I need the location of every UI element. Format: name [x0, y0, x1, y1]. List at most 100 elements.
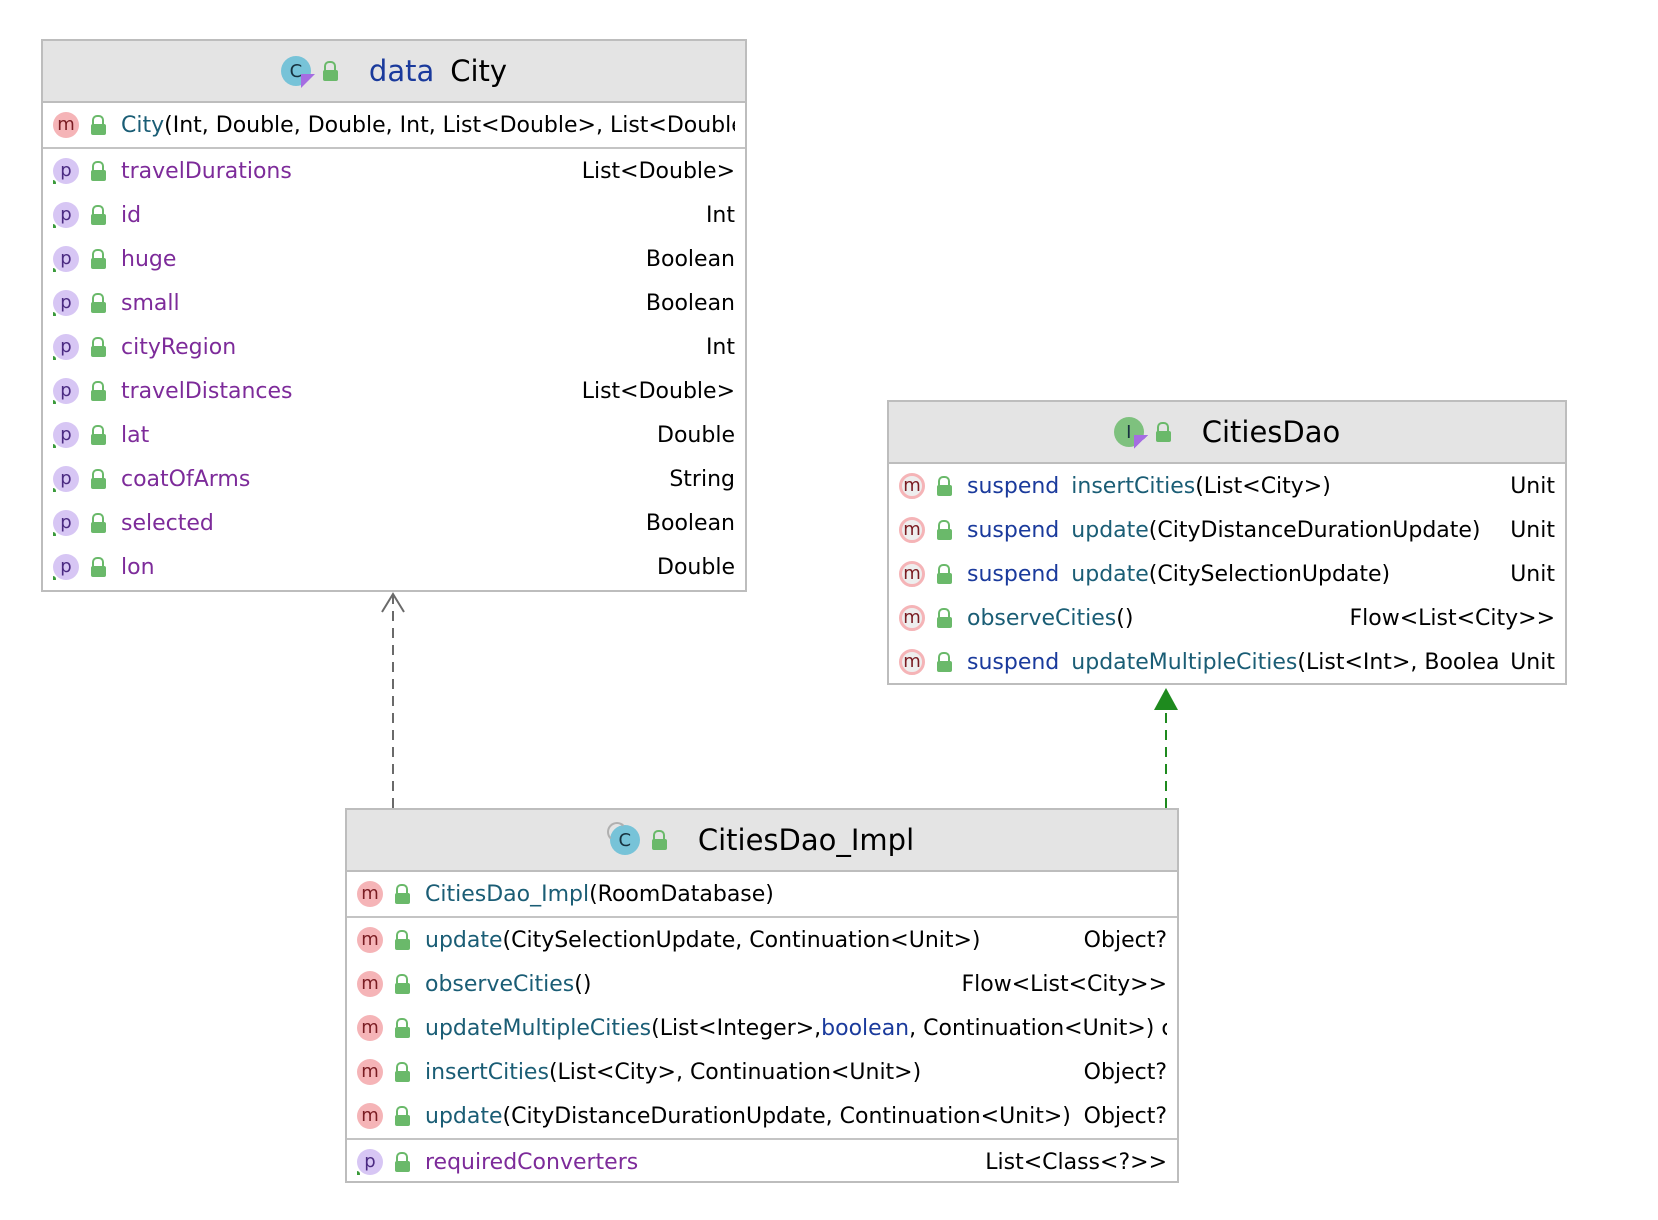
- property-name: coatOfArms: [121, 466, 251, 492]
- public-icon: [89, 248, 107, 270]
- method-icon: m: [357, 971, 383, 997]
- method-row[interactable]: m suspend updateMultipleCities (List<Int>, …: [889, 640, 1565, 684]
- method-params: (List<City>): [1195, 473, 1331, 499]
- public-icon: [935, 607, 953, 629]
- method-name: update: [425, 927, 503, 953]
- method-modifier: suspend: [967, 473, 1060, 499]
- property-row[interactable]: p lat Double: [43, 413, 745, 457]
- property-name: small: [121, 290, 180, 316]
- method-return-type: Unit: [1510, 517, 1555, 543]
- properties-section: p travelDurations List<Double> p id Int p huge B…: [43, 149, 745, 589]
- public-icon: [650, 829, 668, 851]
- method-row[interactable]: m update (CityDistanceDurationUpdate, Cont…: [347, 1094, 1177, 1138]
- method-left: m observeCities(): [357, 971, 949, 997]
- property-left: p cityRegion: [53, 334, 694, 360]
- property-row[interactable]: p huge Boolean: [43, 237, 745, 281]
- class-city[interactable]: C data City m City (Int, Double, Double, …: [41, 39, 747, 592]
- property-row[interactable]: p travelDurations List<Double>: [43, 149, 745, 193]
- public-icon: [1154, 421, 1172, 443]
- method-row[interactable]: m observeCities() Flow<List<City>>: [889, 596, 1565, 640]
- class-keyword: data: [368, 54, 435, 88]
- property-left: p selected: [53, 510, 634, 536]
- constructor-row[interactable]: m City (Int, Double, Double, Int, List<Do…: [43, 103, 745, 147]
- param-keyword: boolean: [821, 1015, 910, 1041]
- class-icon: C: [606, 822, 640, 855]
- method-return-type: Flow<List<City>>: [1349, 605, 1555, 631]
- property-row[interactable]: p small Boolean: [43, 281, 745, 325]
- method-params: (List<Int>, Boolean): [1297, 649, 1499, 675]
- method-left: m suspend update (CityDistanceDurationUpdat…: [899, 517, 1498, 543]
- property-row[interactable]: p cityRegion Int: [43, 325, 745, 369]
- property-name: travelDurations: [121, 158, 292, 184]
- class-city-header: C data City: [43, 41, 745, 103]
- method-name: update: [425, 1103, 503, 1129]
- property-left: p travelDurations: [53, 158, 570, 184]
- property-name: requiredConverters: [425, 1149, 639, 1175]
- abstract-method-icon: m: [899, 473, 925, 499]
- property-icon: p: [53, 422, 79, 448]
- public-icon: [89, 292, 107, 314]
- public-icon: [935, 651, 953, 673]
- method-row[interactable]: m suspend update (CitySelectionUpdate) Unit: [889, 552, 1565, 596]
- property-name: travelDistances: [121, 378, 293, 404]
- property-type: Boolean: [645, 290, 735, 316]
- method-name: updateMultipleCities: [1071, 649, 1298, 675]
- method-row[interactable]: m suspend update (CityDistanceDurationUpdat…: [889, 508, 1565, 552]
- method-row[interactable]: m update (CitySelectionUpdate, Continuatio…: [347, 918, 1177, 962]
- constructor-name: City: [121, 112, 165, 138]
- property-icon: p: [53, 246, 79, 272]
- constructor-params: (RoomDatabase): [589, 881, 774, 907]
- class-citiesdao-impl[interactable]: C CitiesDao_Impl m CitiesDao_Impl (RoomDa…: [345, 808, 1179, 1183]
- method-return-type: Flow<List<City>>: [961, 971, 1167, 997]
- property-type: Int: [705, 334, 735, 360]
- property-row[interactable]: p travelDistances List<Double>: [43, 369, 745, 413]
- kotlin-class-icon: C: [280, 56, 315, 88]
- method-left: m update (CityDistanceDurationUpdate, Cont…: [357, 1103, 1072, 1129]
- class-name: CitiesDao: [1201, 415, 1341, 449]
- property-type: Boolean: [645, 246, 735, 272]
- constructor-row[interactable]: m CitiesDao_Impl (RoomDatabase): [347, 872, 1177, 916]
- method-row[interactable]: m insertCities (List<City>, Continuation<U…: [347, 1050, 1177, 1094]
- method-icon: m: [357, 927, 383, 953]
- method-name: insertCities: [425, 1059, 549, 1085]
- property-name: id: [121, 202, 142, 228]
- method-name: observeCities: [967, 605, 1117, 631]
- property-type: String: [669, 466, 735, 492]
- property-row[interactable]: p selected Boolean: [43, 501, 745, 545]
- property-name: selected: [121, 510, 214, 536]
- method-left: m insertCities (List<City>, Continuation<U…: [357, 1059, 1072, 1085]
- method-params: (List<Integer>,: [651, 1015, 822, 1041]
- method-icon: m: [53, 112, 79, 138]
- property-type: Double: [657, 554, 735, 580]
- method-params: (CitySelectionUpdate): [1148, 561, 1391, 587]
- property-row[interactable]: p requiredConverters List<Class<?>>: [347, 1140, 1177, 1184]
- interface-citiesdao[interactable]: I CitiesDao m suspend insertCities (List<Ci…: [887, 400, 1567, 685]
- method-row[interactable]: m observeCities() Flow<List<City>>: [347, 962, 1177, 1006]
- method-return-type: Unit: [1510, 561, 1555, 587]
- public-icon: [393, 1151, 411, 1173]
- methods-section: m update (CitySelectionUpdate, Continuatio…: [347, 918, 1177, 1140]
- method-left: m suspend updateMultipleCities (List<Int>, …: [899, 649, 1498, 675]
- public-icon: [89, 336, 107, 358]
- abstract-method-icon: m: [899, 561, 925, 587]
- property-row[interactable]: p lon Double: [43, 545, 745, 589]
- method-return-type: Object?: [1083, 1103, 1167, 1129]
- property-row[interactable]: p id Int: [43, 193, 745, 237]
- method-params: , Continuation<Unit>) ct?: [909, 1015, 1167, 1041]
- method-row[interactable]: m updateMultipleCities (List<Integer>, boo…: [347, 1006, 1177, 1050]
- property-icon: p: [53, 510, 79, 536]
- public-icon: [89, 512, 107, 534]
- property-type: Double: [657, 422, 735, 448]
- method-name: updateMultipleCities: [425, 1015, 652, 1041]
- method-modifier: suspend: [967, 561, 1060, 587]
- class-name: CitiesDao_Impl: [697, 823, 915, 857]
- public-icon: [89, 114, 107, 136]
- property-row[interactable]: p coatOfArms String: [43, 457, 745, 501]
- public-icon: [935, 475, 953, 497]
- public-icon: [89, 160, 107, 182]
- public-icon: [89, 468, 107, 490]
- method-params: (): [574, 971, 592, 997]
- method-params: (CityDistanceDurationUpdate, Continuatio…: [502, 1103, 1071, 1129]
- properties-section: p requiredConverters List<Class<?>>: [347, 1140, 1177, 1184]
- method-row[interactable]: m suspend insertCities (List<City>) Unit: [889, 464, 1565, 508]
